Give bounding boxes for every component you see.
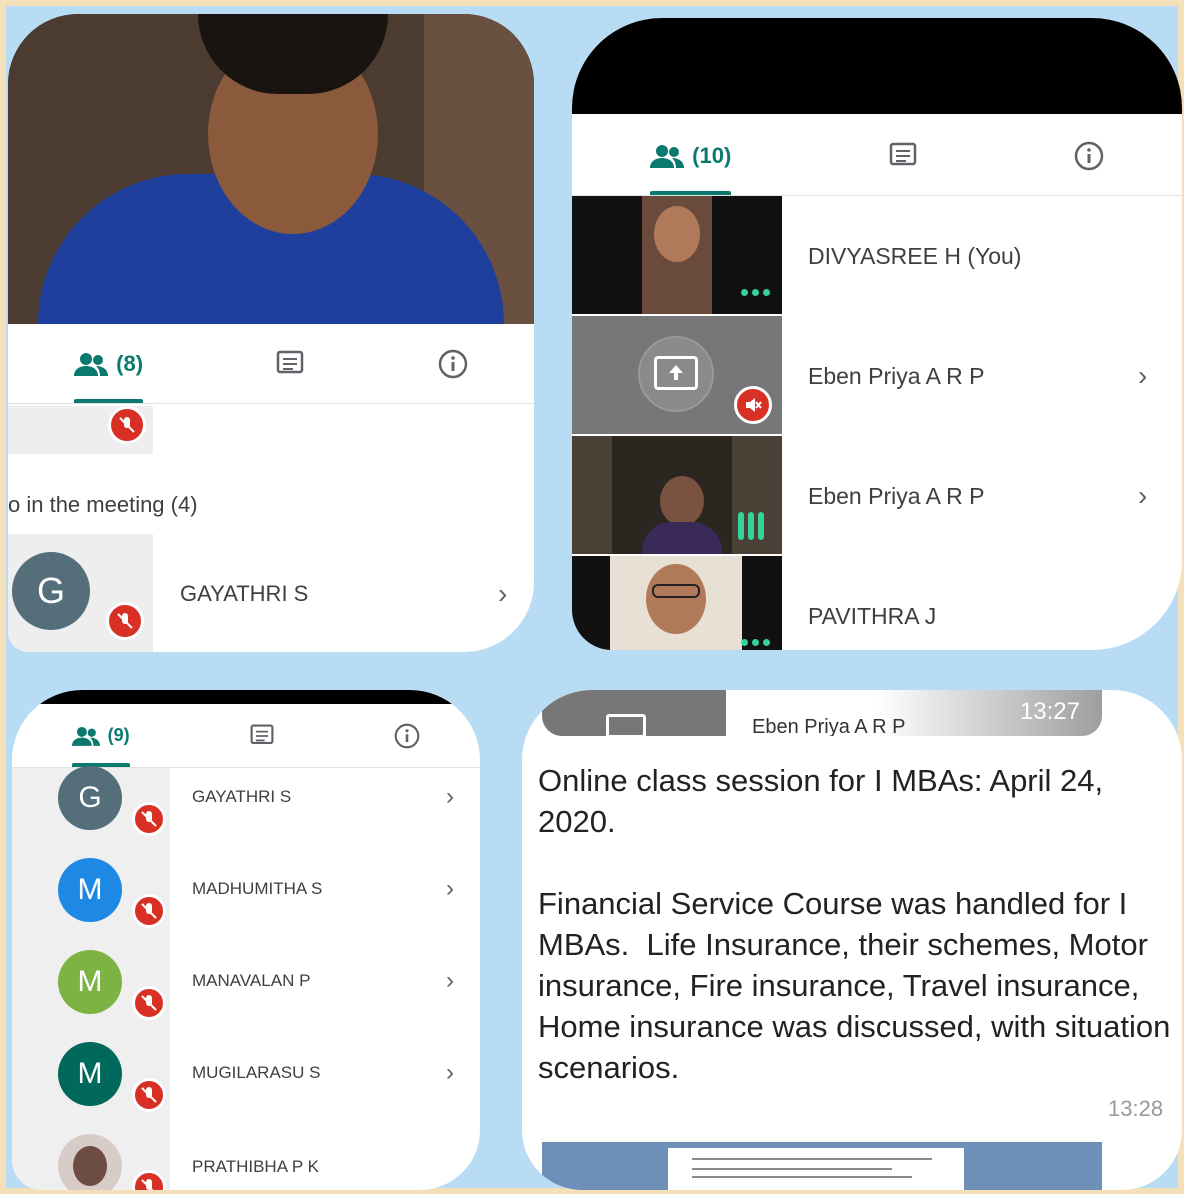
tab-info[interactable] [394, 704, 420, 767]
participant-row[interactable]: PAVITHRA J [572, 596, 1182, 636]
participant-row[interactable]: GAYATHRI S › [12, 782, 480, 812]
chevron-right-icon: › [446, 967, 454, 994]
more-options-icon[interactable] [741, 639, 770, 646]
participant-name: PAVITHRA J [808, 602, 937, 629]
message-time: 13:28 [1108, 1096, 1164, 1121]
tab-bar: (8) [8, 324, 534, 404]
participant-row[interactable]: PRATHIBHA P K [12, 1152, 480, 1182]
tab-chat[interactable] [275, 324, 305, 403]
participants-count: (8) [116, 350, 144, 376]
chevron-right-icon: › [498, 578, 508, 609]
chat-icon [889, 142, 916, 165]
tab-info[interactable] [438, 324, 468, 403]
tab-chat[interactable] [888, 116, 918, 195]
tab-info[interactable] [1074, 116, 1104, 195]
people-icon [650, 144, 685, 168]
participant-row[interactable]: GAYATHRI S › [8, 574, 534, 614]
chat-icon [250, 724, 274, 744]
participant-row[interactable]: Eben Priya A R P › [572, 356, 1182, 396]
chat-message-panel: Eben Priya A R P 13:27 Online class sess… [522, 690, 1182, 1190]
tab-people[interactable]: (10) [650, 116, 732, 195]
audio-level-icon [738, 512, 764, 540]
video-top-bar [572, 18, 1182, 114]
participant-name: GAYATHRI S [192, 787, 292, 806]
video-feed [8, 14, 534, 324]
notification-bar: Eben Priya A R P 13:27 [542, 690, 1102, 736]
participants-count: (10) [692, 142, 732, 168]
notification-name: Eben Priya A R P [752, 716, 906, 736]
attachment-preview[interactable] [542, 1142, 1102, 1190]
tab-bar: (10) [572, 116, 1182, 196]
participant-name: GAYATHRI S [180, 581, 309, 606]
info-icon [1074, 141, 1104, 170]
chevron-right-icon: › [446, 783, 454, 810]
chevron-right-icon: › [446, 875, 454, 902]
people-icon [74, 352, 109, 376]
participant-name: MADHUMITHA S [192, 879, 323, 898]
participant-name: Eben Priya A R P [808, 362, 985, 389]
participant-row[interactable]: MADHUMITHA S › [12, 874, 480, 904]
more-options-icon[interactable] [741, 289, 770, 296]
participant-row[interactable]: MANAVALAN P › [12, 966, 480, 996]
chat-icon [277, 350, 304, 373]
participant-row[interactable]: DIVYASREE H (You) [572, 236, 1182, 276]
tab-bar: (9) [12, 704, 480, 768]
participant-name: PRATHIBHA P K [192, 1157, 319, 1176]
chevron-right-icon: › [1138, 360, 1148, 391]
participant-name: MUGILARASU S [192, 1063, 321, 1082]
chevron-right-icon: › [1138, 480, 1148, 511]
participants-count: (9) [107, 725, 130, 745]
section-header: o in the meeting (4) [8, 492, 198, 517]
participant-name: MANAVALAN P [192, 971, 311, 990]
tab-chat[interactable] [249, 704, 275, 767]
info-icon [394, 723, 420, 748]
participant-name: Eben Priya A R P [808, 482, 985, 509]
mic-off-icon [108, 406, 146, 444]
tab-people[interactable]: (9) [71, 704, 130, 767]
meet-panel-bottom-left: (9) G GAYATHRI S › M MADHUMITHA S › M MA… [12, 690, 480, 1190]
people-icon [71, 726, 100, 746]
message-text: Online class session for I MBAs: April 2… [538, 763, 1171, 1085]
screen-share-icon [606, 714, 646, 736]
participant-name: DIVYASREE H (You) [808, 242, 1022, 269]
chevron-right-icon: › [446, 1059, 454, 1086]
participant-row[interactable]: MUGILARASU S › [12, 1058, 480, 1088]
meet-panel-top-left: (8) o in the meeting (4) G GAYATHRI S › [8, 14, 534, 652]
video-top-bar [12, 690, 480, 704]
participant-row[interactable]: Eben Priya A R P › [572, 476, 1182, 516]
meet-panel-top-right: (10) DIVYASREE H (You) Eben Priya A R P … [572, 18, 1182, 650]
info-icon [438, 349, 468, 378]
notification-time: 13:27 [1019, 698, 1080, 725]
tab-people[interactable]: (8) [74, 324, 143, 403]
